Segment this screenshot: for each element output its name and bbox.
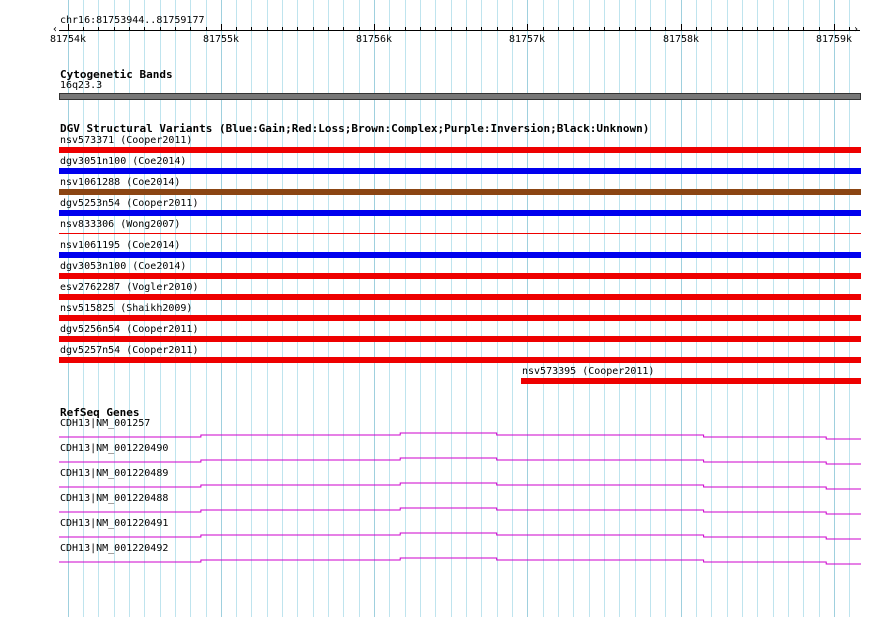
transcript-line[interactable]: [59, 432, 861, 440]
transcript-line[interactable]: [59, 532, 861, 540]
transcript-line[interactable]: [59, 457, 861, 465]
transcript-line[interactable]: [59, 507, 861, 515]
refseq-transcripts: [59, 432, 861, 565]
transcript-line[interactable]: [59, 557, 861, 565]
transcript-line[interactable]: [59, 482, 861, 490]
